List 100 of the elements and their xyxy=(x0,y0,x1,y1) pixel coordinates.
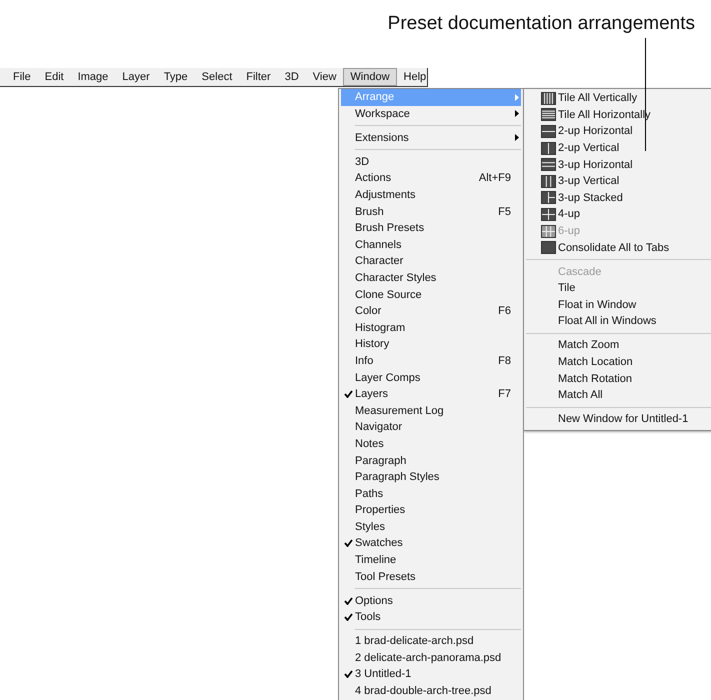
menu-bar-item[interactable]: Layer xyxy=(115,68,157,86)
menu-item-label: 2-up Horizontal xyxy=(558,125,633,138)
menu-bar-item[interactable]: 3D xyxy=(278,68,306,86)
menu-item[interactable]: Adjustments xyxy=(341,186,521,204)
menu-item-label: Paragraph Styles xyxy=(355,471,440,484)
menu-item[interactable]: Layer Comps xyxy=(341,369,521,386)
menu-item-label: Options xyxy=(355,594,394,607)
menu-item[interactable]: Styles xyxy=(341,518,521,536)
menu-item[interactable]: Paths xyxy=(341,485,521,502)
menu-item[interactable]: 3-up Horizontal xyxy=(526,156,711,173)
menu-bar-item[interactable]: Type xyxy=(156,68,195,86)
menu-item-label: Measurement Log xyxy=(355,404,445,417)
menu-item-label: Info xyxy=(355,354,374,367)
menu-item[interactable]: Timeline xyxy=(341,552,521,568)
menu-item-label: Layer Comps xyxy=(355,372,422,384)
menu-bar-item[interactable]: View xyxy=(306,68,344,86)
menu-item[interactable]: Tools xyxy=(341,608,521,626)
menu-item[interactable]: Character Styles xyxy=(341,270,521,286)
menu-bar-item[interactable]: Filter xyxy=(239,68,278,86)
menu-item[interactable]: 2 delicate-arch-panorama.psd xyxy=(341,650,521,666)
menu-item[interactable]: 3-up Vertical xyxy=(526,172,711,190)
menu-item[interactable]: Match Location xyxy=(526,354,711,370)
menu-item[interactable]: Histogram xyxy=(341,319,521,336)
menu-item[interactable]: Tool Presets xyxy=(341,568,521,585)
menu-item[interactable]: Character xyxy=(341,253,521,270)
layout-icon xyxy=(541,224,556,238)
menu-item-label: Swatches xyxy=(355,537,404,550)
menu-item-label: Arrange xyxy=(355,91,396,104)
menu-item[interactable]: Notes xyxy=(341,436,521,452)
menu-item[interactable]: Actions Alt+F9 xyxy=(341,170,521,187)
menu-item[interactable]: Paragraph Styles xyxy=(341,468,521,486)
menu-item-label: Paragraph xyxy=(355,454,408,467)
menu-bar-item[interactable]: Edit xyxy=(38,68,71,86)
menu-item[interactable]: 3D xyxy=(341,154,521,170)
menu-item[interactable]: Measurement Log xyxy=(341,402,521,420)
menu-item-label: 4-up xyxy=(558,208,580,220)
menu-item-label: Tools xyxy=(355,611,382,624)
menu-item[interactable]: Options xyxy=(341,592,521,609)
menu-item-label: 2-up Vertical xyxy=(558,142,620,154)
menu-item[interactable]: Brush F5 xyxy=(341,203,521,220)
menu-item[interactable]: Info F8 xyxy=(341,352,521,370)
menu-item-label: 2 delicate-arch-panorama.psd xyxy=(355,652,502,664)
menu-item-label: Brush xyxy=(355,206,385,218)
menu-item[interactable]: Float All in Windows xyxy=(526,313,711,330)
menu-item[interactable]: 3-up Stacked xyxy=(526,190,711,206)
menu-bar-item[interactable]: Help xyxy=(396,68,434,86)
menu-item-label: 3-up Horizontal xyxy=(558,158,633,171)
menu-item-label: Channels xyxy=(355,238,402,251)
menu-item-label: Character Styles xyxy=(355,272,438,284)
menu-item-label: Extensions xyxy=(355,132,410,144)
menu-item[interactable]: Tile All Vertically xyxy=(526,90,711,107)
menu-item[interactable]: Layers F7 xyxy=(341,386,521,402)
menu-item[interactable]: Consolidate All to Tabs xyxy=(526,239,711,256)
menu-item[interactable]: Brush Presets xyxy=(341,220,521,236)
menu-item[interactable]: History xyxy=(341,336,521,353)
layout-icon xyxy=(541,191,556,204)
menu-item[interactable]: Match All xyxy=(526,386,711,404)
menu-item-label: 3 Untitled-1 xyxy=(355,668,412,680)
menu-item-label: Match All xyxy=(558,389,603,402)
menu-bar-item[interactable]: Image xyxy=(70,68,116,86)
menu-item[interactable]: 1 brad-delicate-arch.psd xyxy=(341,632,521,650)
menu-item[interactable]: Swatches xyxy=(341,535,521,552)
menu-bar-item[interactable]: File xyxy=(6,68,38,86)
shortcut-text: Alt+F9 xyxy=(478,172,511,184)
menu-item[interactable]: 4 brad-double-arch-tree.psd xyxy=(341,682,521,700)
menu-item-label: Clone Source xyxy=(355,288,423,301)
menu-item-label: History xyxy=(355,338,390,350)
menu-bar-item[interactable]: Window xyxy=(343,68,397,86)
layout-icon xyxy=(541,174,556,188)
menu-item[interactable]: Properties xyxy=(341,502,521,519)
menu-item-label: Layers xyxy=(355,388,390,400)
menu-item[interactable]: 2-up Vertical xyxy=(526,140,711,156)
menu-item[interactable]: Match Rotation xyxy=(526,370,711,387)
menu-item[interactable]: Float in Window xyxy=(526,296,711,314)
menu-item-label: Timeline xyxy=(355,554,398,566)
menu-item-label: Color xyxy=(355,305,382,318)
menu-item-label: Styles xyxy=(355,520,386,533)
menu-item[interactable]: Paragraph xyxy=(341,452,521,469)
menu-item[interactable]: Workspace xyxy=(341,106,521,122)
layout-icon xyxy=(541,158,556,172)
menu-item[interactable]: Channels xyxy=(341,236,521,254)
menu-item[interactable]: Match Zoom xyxy=(526,337,711,354)
menu-item-label: Adjustments xyxy=(355,189,417,202)
menu-item-label: Brush Presets xyxy=(355,222,426,234)
shortcut-text: F8 xyxy=(498,354,511,367)
menu-item-label: Tile xyxy=(558,282,576,294)
menu-item[interactable]: Clone Source xyxy=(341,286,521,303)
menu-item[interactable]: Navigator xyxy=(341,419,521,436)
menu-item[interactable]: Color F6 xyxy=(341,302,521,320)
menu-bar-item[interactable]: Select xyxy=(194,68,240,86)
menu-item[interactable]: Extensions xyxy=(341,130,521,146)
menu-item[interactable]: 2-up Horizontal xyxy=(526,123,711,140)
menu-item-label: 1 brad-delicate-arch.psd xyxy=(355,635,475,648)
menu-item[interactable]: Tile xyxy=(526,280,711,296)
layout-icon xyxy=(541,208,556,221)
menu-item[interactable]: New Window for Untitled-1 xyxy=(526,410,711,428)
menu-item[interactable]: 3 Untitled-1 xyxy=(341,666,521,683)
menu-item[interactable]: 4-up xyxy=(526,206,711,223)
menu-item-label: 3-up Stacked xyxy=(558,192,623,204)
layout-icon xyxy=(541,142,556,155)
